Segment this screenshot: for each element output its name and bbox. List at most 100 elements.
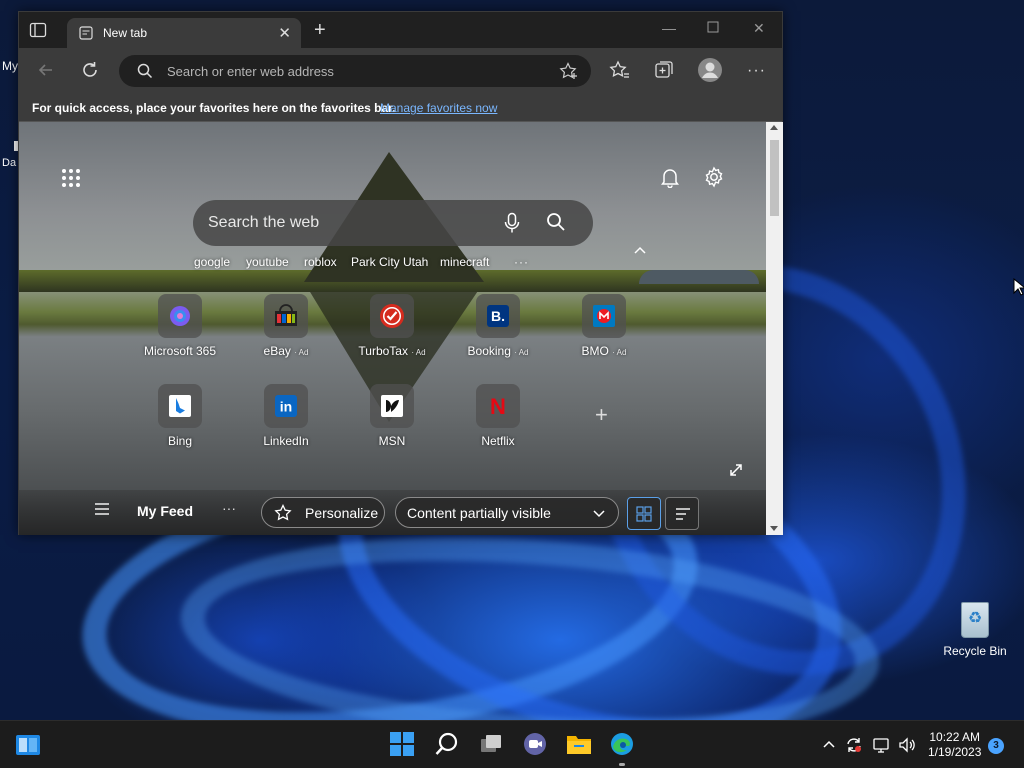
search-icon[interactable] xyxy=(546,212,566,235)
desktop-icon-label-fragment[interactable]: Da xyxy=(2,157,16,169)
mic-icon[interactable] xyxy=(503,212,521,237)
refresh-icon[interactable] xyxy=(79,59,103,83)
scroll-down-arrow[interactable] xyxy=(770,526,778,531)
favorites-icon[interactable] xyxy=(609,59,633,83)
quick-search-link[interactable]: youtube xyxy=(246,255,289,269)
clock[interactable]: 10:22 AM 1/19/2023 xyxy=(928,730,981,760)
tile-label: LinkedIn xyxy=(263,434,309,448)
apps-grid-icon[interactable] xyxy=(61,168,81,188)
tab-title: New tab xyxy=(103,26,148,40)
feed-bar: My Feed ··· Personalize Content partiall… xyxy=(19,490,766,535)
tile-bmo[interactable]: BMO · Ad xyxy=(554,294,654,358)
quick-search-link[interactable]: roblox xyxy=(304,255,337,269)
content-visibility-dropdown[interactable]: Content partially visible xyxy=(395,497,619,528)
recycle-bin-icon: ♻ xyxy=(957,598,993,638)
profile-icon[interactable] xyxy=(697,57,722,82)
tile-netflix[interactable]: N Netflix xyxy=(448,384,548,448)
maximize-icon[interactable] xyxy=(707,20,719,36)
collections-icon[interactable] xyxy=(653,59,677,83)
ebay-icon xyxy=(264,294,308,338)
microsoft-365-icon xyxy=(158,294,202,338)
scroll-up-arrow[interactable] xyxy=(770,125,778,130)
grid-view-button[interactable] xyxy=(627,497,661,530)
edge-icon[interactable] xyxy=(609,731,637,759)
recycle-bin-label: Recycle Bin xyxy=(943,644,1007,658)
network-icon[interactable] xyxy=(872,736,890,757)
more-icon[interactable]: ··· xyxy=(747,62,771,86)
my-feed-title[interactable]: My Feed xyxy=(137,503,193,519)
page-scrollbar[interactable] xyxy=(766,122,783,535)
recycle-bin[interactable]: ♻ Recycle Bin xyxy=(940,598,1010,658)
manage-favorites-link[interactable]: Manage favorites now xyxy=(380,101,497,115)
desktop-icon-label-fragment[interactable]: My xyxy=(2,59,18,73)
tab-new-tab[interactable]: New tab ✕ xyxy=(67,18,301,48)
quick-search-link[interactable]: google xyxy=(194,255,230,269)
tile-label: eBay · Ad xyxy=(263,344,309,358)
chevron-up-icon[interactable] xyxy=(633,244,647,258)
tile-microsoft-365[interactable]: Microsoft 365 xyxy=(130,294,230,358)
chevron-down-icon xyxy=(592,506,606,522)
address-bar[interactable]: Search or enter web address xyxy=(119,55,591,87)
close-icon[interactable]: ✕ xyxy=(278,24,291,42)
widgets-icon[interactable] xyxy=(14,731,42,759)
bing-icon xyxy=(158,384,202,428)
tile-linkedin[interactable]: in LinkedIn xyxy=(236,384,336,448)
tile-ebay[interactable]: eBay · Ad xyxy=(236,294,336,358)
tile-label: Microsoft 365 xyxy=(143,344,217,358)
svg-text:B.: B. xyxy=(491,308,505,324)
more-icon[interactable]: ··· xyxy=(222,500,236,516)
list-view-button[interactable] xyxy=(665,497,699,530)
tile-label: BMO · Ad xyxy=(581,344,627,358)
notification-badge[interactable]: 3 xyxy=(988,738,1004,754)
gear-icon[interactable] xyxy=(703,166,725,191)
plus-icon[interactable]: + xyxy=(314,19,326,42)
personalize-button[interactable]: Personalize xyxy=(261,497,385,528)
content-visibility-value: Content partially visible xyxy=(407,505,551,521)
mouse-cursor xyxy=(1013,277,1024,299)
favorites-bar: For quick access, place your favorites h… xyxy=(19,94,782,122)
address-input[interactable]: Search or enter web address xyxy=(167,64,334,79)
tile-label: TurboTax · Ad xyxy=(358,344,426,358)
tab-actions-icon[interactable] xyxy=(29,22,47,38)
tile-label: Booking · Ad xyxy=(467,344,529,358)
bell-icon[interactable] xyxy=(659,166,681,191)
grid-view-icon xyxy=(636,506,652,522)
quick-search-link[interactable]: minecraft xyxy=(440,255,489,269)
more-icon[interactable]: ··· xyxy=(514,255,529,269)
minimize-icon[interactable]: — xyxy=(662,20,676,36)
tile-label: MSN xyxy=(378,434,406,448)
search-icon[interactable] xyxy=(434,731,462,759)
tile-msn[interactable]: MSN xyxy=(342,384,442,448)
star-icon xyxy=(274,503,294,525)
add-favorite-icon[interactable] xyxy=(559,62,579,83)
expand-icon[interactable] xyxy=(729,463,743,480)
windows-start-icon[interactable] xyxy=(389,731,417,759)
hamburger-icon[interactable] xyxy=(95,503,109,518)
volume-icon[interactable] xyxy=(898,736,916,757)
back-icon[interactable] xyxy=(35,59,59,83)
chevron-up-icon[interactable] xyxy=(822,738,836,752)
tile-booking[interactable]: B. Booking · Ad xyxy=(448,294,548,358)
plus-icon[interactable]: + xyxy=(595,402,608,428)
file-explorer-icon[interactable] xyxy=(565,731,593,759)
close-icon[interactable]: ✕ xyxy=(753,20,765,37)
tile-turbotax[interactable]: TurboTax · Ad xyxy=(342,294,442,358)
taskview-icon[interactable] xyxy=(478,731,506,759)
svg-text:in: in xyxy=(280,399,292,415)
edge-active-indicator xyxy=(619,763,625,766)
sync-icon[interactable] xyxy=(845,736,863,757)
teams-icon[interactable] xyxy=(522,731,550,759)
bmo-icon xyxy=(582,294,626,338)
tile-bing[interactable]: Bing xyxy=(130,384,230,448)
toolbar: Search or enter web address ··· xyxy=(19,48,782,94)
list-view-icon xyxy=(676,508,690,520)
page-icon xyxy=(79,26,93,40)
scrollbar-thumb[interactable] xyxy=(770,140,779,216)
web-search-box[interactable]: Search the web xyxy=(193,200,593,246)
tile-label: Bing xyxy=(167,434,193,448)
quick-search-link[interactable]: Park City Utah xyxy=(351,255,428,269)
clock-time: 10:22 AM xyxy=(929,730,981,744)
title-bar: New tab ✕ + — ✕ xyxy=(19,12,782,48)
web-search-input[interactable]: Search the web xyxy=(208,214,319,232)
new-tab-page: Search the web google youtube roblox Par… xyxy=(19,122,766,535)
